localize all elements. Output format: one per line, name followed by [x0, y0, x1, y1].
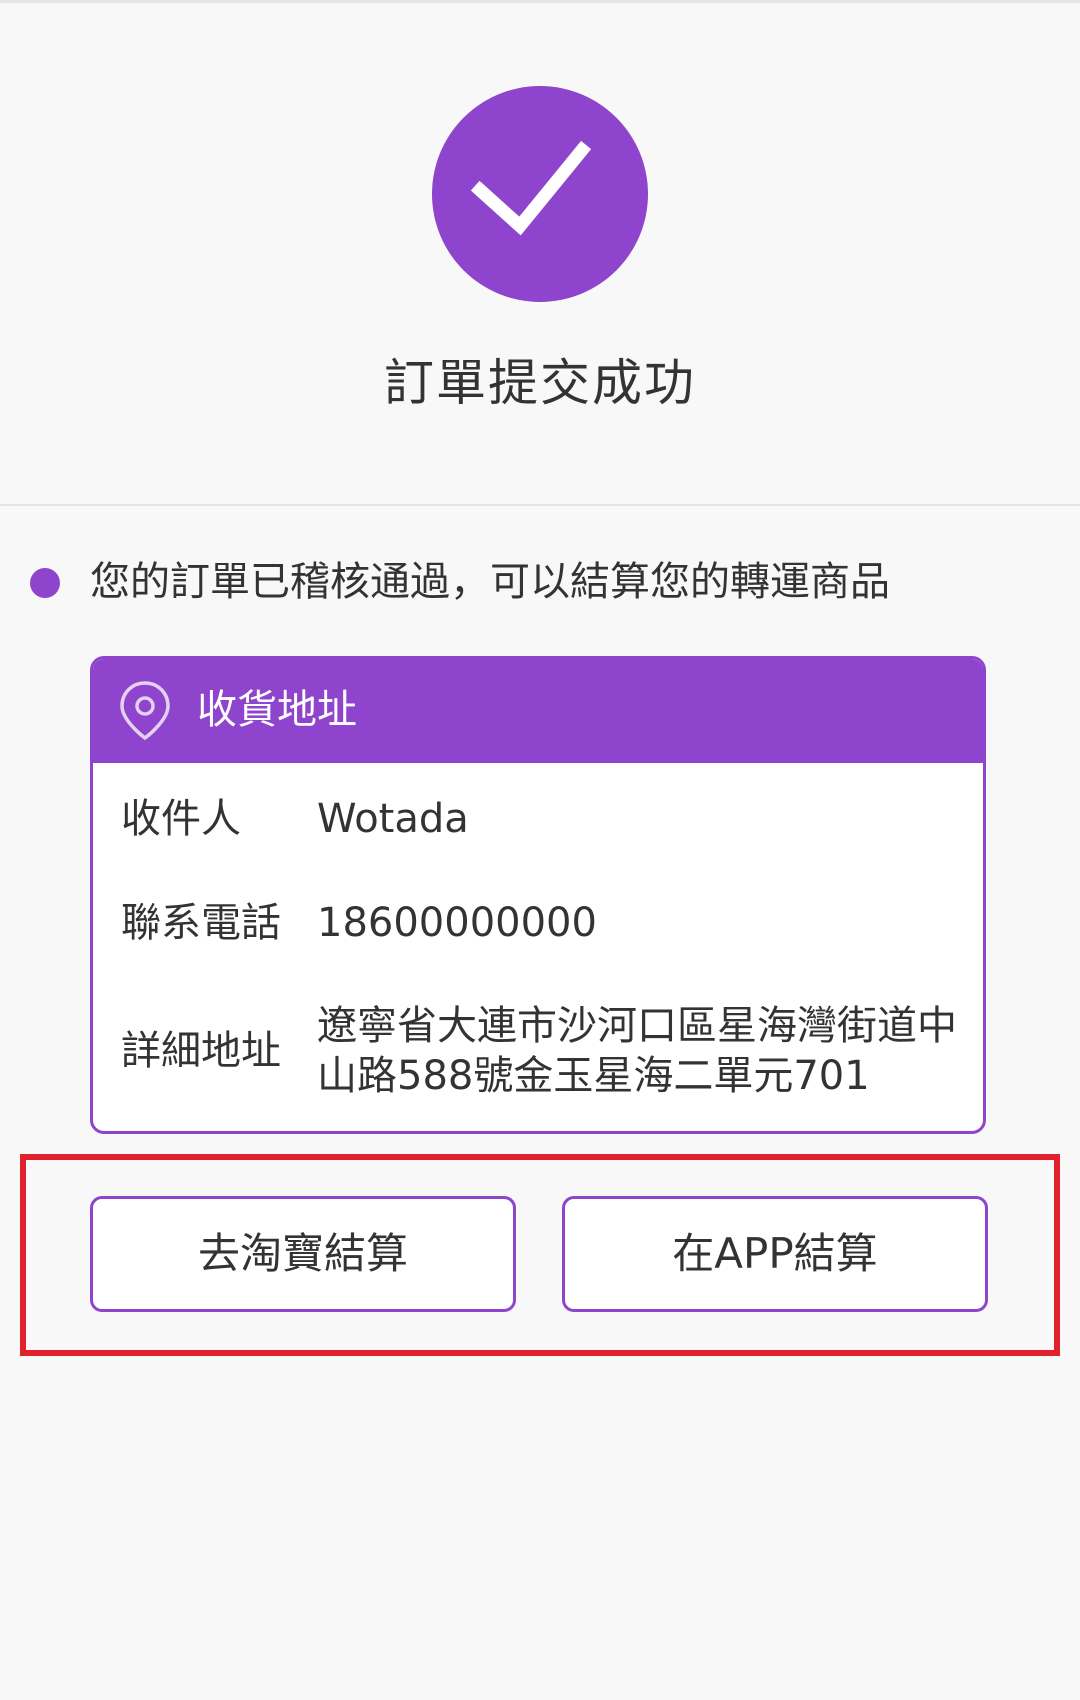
checkout-app-button[interactable]: 在APP結算	[562, 1196, 988, 1312]
checkout-actions: 去淘寶結算 在APP結算	[0, 1196, 1080, 1312]
notice-text: 您的訂單已稽核通過，可以結算您的轉運商品	[90, 559, 890, 605]
recipient-value: Wotada	[317, 796, 469, 842]
success-section: 訂單提交成功	[0, 0, 1080, 504]
checkmark-icon	[470, 140, 592, 236]
recipient-label: 收件人	[121, 796, 241, 842]
notice-row: 您的訂單已稽核通過，可以結算您的轉運商品	[0, 550, 1080, 614]
detail-address-value: 遼寧省大連市沙河口區星海灣街道中山路588號金玉星海二單元701	[317, 1003, 957, 1099]
shipping-address-card: 收貨地址 收件人 Wotada 聯系電話 18600000000 詳細地址 遼寧…	[90, 656, 986, 1134]
location-pin-icon	[120, 681, 170, 741]
section-divider	[0, 504, 1080, 506]
address-card-header: 收貨地址	[93, 659, 983, 763]
bullet-dot-icon	[30, 568, 60, 598]
checkout-taobao-button[interactable]: 去淘寶結算	[90, 1196, 516, 1312]
address-card-title: 收貨地址	[197, 687, 357, 733]
detail-address-label: 詳細地址	[121, 1028, 281, 1074]
success-title: 訂單提交成功	[384, 354, 696, 412]
success-badge	[432, 86, 648, 302]
phone-label: 聯系電話	[121, 900, 281, 946]
phone-value: 18600000000	[317, 900, 597, 946]
